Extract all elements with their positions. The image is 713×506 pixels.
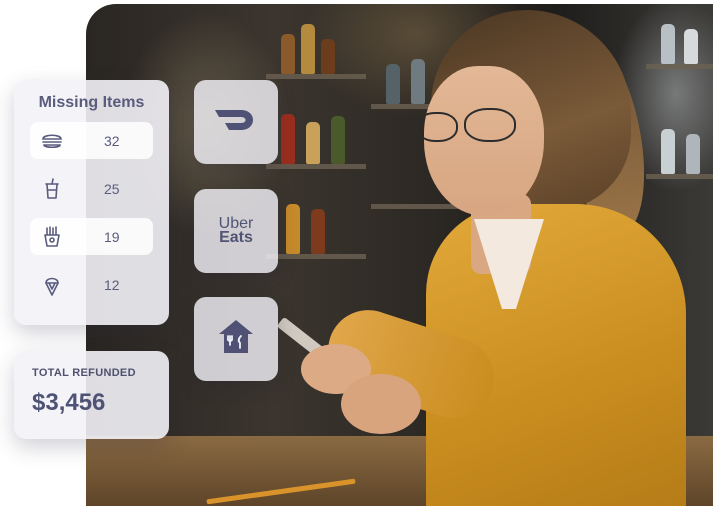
ubereats-tile: Uber Eats: [194, 189, 278, 273]
missing-item-row: 32: [30, 122, 153, 159]
missing-item-count: 32: [104, 132, 120, 149]
total-refunded-value: $3,456: [32, 389, 106, 416]
ubereats-logo-line2: Eats: [219, 229, 253, 246]
ubereats-logo-icon: Uber Eats: [219, 216, 254, 246]
drink-cup-icon: [40, 177, 64, 200]
background-photo: [86, 4, 713, 506]
missing-items-title: Missing Items: [38, 94, 145, 111]
doordash-tile: [194, 80, 278, 164]
grubhub-tile: [194, 297, 278, 381]
missing-item-count: 25: [104, 180, 120, 197]
fries-icon: [40, 225, 64, 248]
ice-cream-icon: [40, 274, 64, 296]
missing-item-row: 12: [30, 266, 153, 303]
missing-item-row: 19: [30, 218, 153, 255]
missing-item-count: 12: [104, 276, 120, 293]
total-refunded-label: TOTAL REFUNDED: [32, 367, 136, 379]
missing-item-row: 25: [30, 170, 153, 207]
total-refunded-card: TOTAL REFUNDED $3,456: [14, 351, 169, 439]
missing-items-card: Missing Items 32 25 19 12: [14, 80, 169, 325]
grubhub-logo-icon: [217, 318, 255, 361]
doordash-logo-icon: [213, 107, 259, 138]
missing-item-count: 19: [104, 228, 120, 245]
burger-icon: [40, 130, 64, 152]
